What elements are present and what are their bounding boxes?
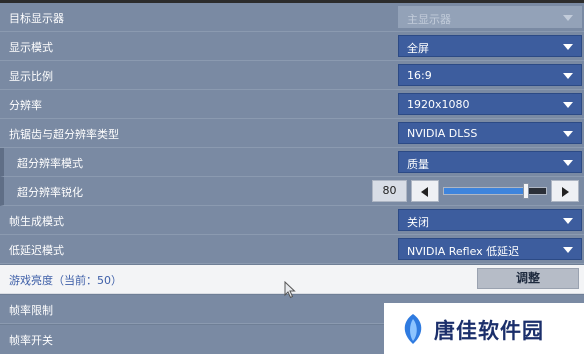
resolution-label: 分辨率 <box>9 99 42 112</box>
chevron-down-icon <box>563 15 573 21</box>
frame-generation-label: 帧生成模式 <box>9 215 64 228</box>
decrease-button[interactable] <box>411 180 439 202</box>
antialiasing-label: 抗锯齿与超分辨率类型 <box>9 128 119 141</box>
aspect-ratio-dropdown[interactable]: 16:9 <box>398 64 582 86</box>
antialiasing-value: NVIDIA DLSS <box>407 127 478 140</box>
row-resolution: 分辨率 1920x1080 <box>0 90 584 119</box>
low-latency-label: 低延迟模式 <box>9 244 64 257</box>
display-mode-dropdown[interactable]: 全屏 <box>398 35 582 57</box>
slider-thumb[interactable] <box>522 183 529 199</box>
target-display-dropdown[interactable]: 主显示器 <box>398 6 582 28</box>
row-frame-generation: 帧生成模式 关闭 <box>0 206 584 235</box>
chevron-down-icon <box>563 73 573 79</box>
sr-sharpening-value: 80 <box>372 180 407 202</box>
low-latency-value: NVIDIA Reflex 低延迟 <box>407 245 520 258</box>
increase-button[interactable] <box>551 180 579 202</box>
sr-mode-label: 超分辨率模式 <box>17 157 83 170</box>
sr-sharpening-label: 超分辨率锐化 <box>17 186 83 199</box>
chevron-down-icon <box>563 102 573 108</box>
chevron-down-icon <box>563 131 573 137</box>
mouse-cursor-icon <box>284 281 296 299</box>
chevron-down-icon <box>563 247 573 253</box>
chevron-down-icon <box>563 160 573 166</box>
slider-fill <box>444 188 526 194</box>
watermark-text: 唐佳软件园 <box>434 319 544 343</box>
frame-generation-dropdown[interactable]: 关闭 <box>398 209 582 231</box>
chevron-down-icon <box>563 218 573 224</box>
frame-switch-label: 帧率开关 <box>9 334 53 347</box>
row-aspect-ratio: 显示比例 16:9 <box>0 61 584 90</box>
row-target-display: 目标显示器 主显示器 <box>0 3 584 32</box>
leaf-logo-icon <box>404 314 422 344</box>
aspect-ratio-value: 16:9 <box>407 69 432 82</box>
target-display-label: 目标显示器 <box>9 12 64 25</box>
aspect-ratio-label: 显示比例 <box>9 70 53 83</box>
brightness-label: 游戏亮度（当前：50） <box>9 274 122 287</box>
sharpening-slider[interactable] <box>443 183 547 199</box>
resolution-dropdown[interactable]: 1920x1080 <box>398 93 582 115</box>
display-mode-value: 全屏 <box>407 42 429 55</box>
frame-limit-label: 帧率限制 <box>9 304 53 317</box>
arrow-left-icon <box>421 187 428 197</box>
antialiasing-dropdown[interactable]: NVIDIA DLSS <box>398 122 582 144</box>
sr-mode-value: 质量 <box>407 158 429 171</box>
chevron-down-icon <box>563 44 573 50</box>
resolution-value: 1920x1080 <box>407 98 470 111</box>
row-sr-mode: 超分辨率模式 质量 <box>0 148 584 177</box>
target-display-value: 主显示器 <box>407 13 451 26</box>
row-sr-sharpening: 超分辨率锐化 80 <box>0 177 584 206</box>
row-antialiasing: 抗锯齿与超分辨率类型 NVIDIA DLSS <box>0 119 584 148</box>
watermark: 唐佳软件园 <box>384 303 584 354</box>
sr-mode-dropdown[interactable]: 质量 <box>398 151 582 173</box>
arrow-right-icon <box>562 187 569 197</box>
low-latency-dropdown[interactable]: NVIDIA Reflex 低延迟 <box>398 238 582 260</box>
adjust-button[interactable]: 调整 <box>477 268 579 289</box>
frame-generation-value: 关闭 <box>407 216 429 229</box>
row-display-mode: 显示模式 全屏 <box>0 32 584 61</box>
row-low-latency: 低延迟模式 NVIDIA Reflex 低延迟 <box>0 235 584 264</box>
display-mode-label: 显示模式 <box>9 41 53 54</box>
